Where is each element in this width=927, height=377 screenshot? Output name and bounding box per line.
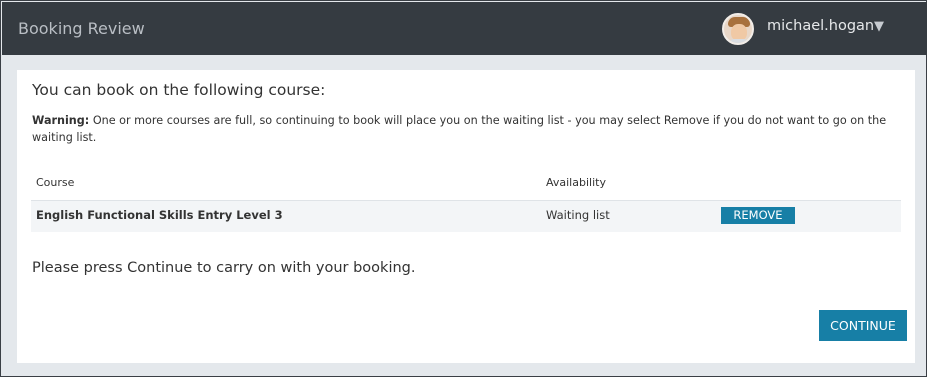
availability-status: Waiting list — [546, 208, 610, 222]
warning-text: One or more courses are full, so continu… — [32, 114, 887, 144]
user-avatar-icon[interactable] — [722, 13, 754, 45]
user-menu-name[interactable]: michael.hogan — [767, 18, 874, 34]
avatar-shirt — [727, 39, 751, 43]
continue-note: Please press Continue to carry on with y… — [32, 260, 416, 276]
continue-button[interactable]: CONTINUE — [819, 310, 907, 341]
course-name: English Functional Skills Entry Level 3 — [36, 208, 283, 222]
warning-message: Warning: One or more courses are full, s… — [32, 112, 892, 146]
intro-text: You can book on the following course: — [32, 81, 326, 99]
column-header-course: Course — [36, 176, 75, 189]
warning-label: Warning: — [32, 114, 90, 127]
column-header-availability: Availability — [546, 176, 606, 189]
course-table: Course Availability English Functional S… — [31, 166, 901, 232]
chevron-down-icon[interactable]: ▼ — [874, 19, 884, 34]
remove-button[interactable]: REMOVE — [721, 207, 795, 224]
top-bar: Booking Review michael.hogan ▼ — [2, 2, 927, 55]
page-title: Booking Review — [18, 19, 145, 38]
table-header: Course Availability — [31, 166, 901, 201]
booking-panel: You can book on the following course: Wa… — [17, 70, 915, 363]
app-window: Booking Review michael.hogan ▼ You can b… — [0, 0, 927, 377]
table-row: English Functional Skills Entry Level 3 … — [31, 201, 901, 232]
